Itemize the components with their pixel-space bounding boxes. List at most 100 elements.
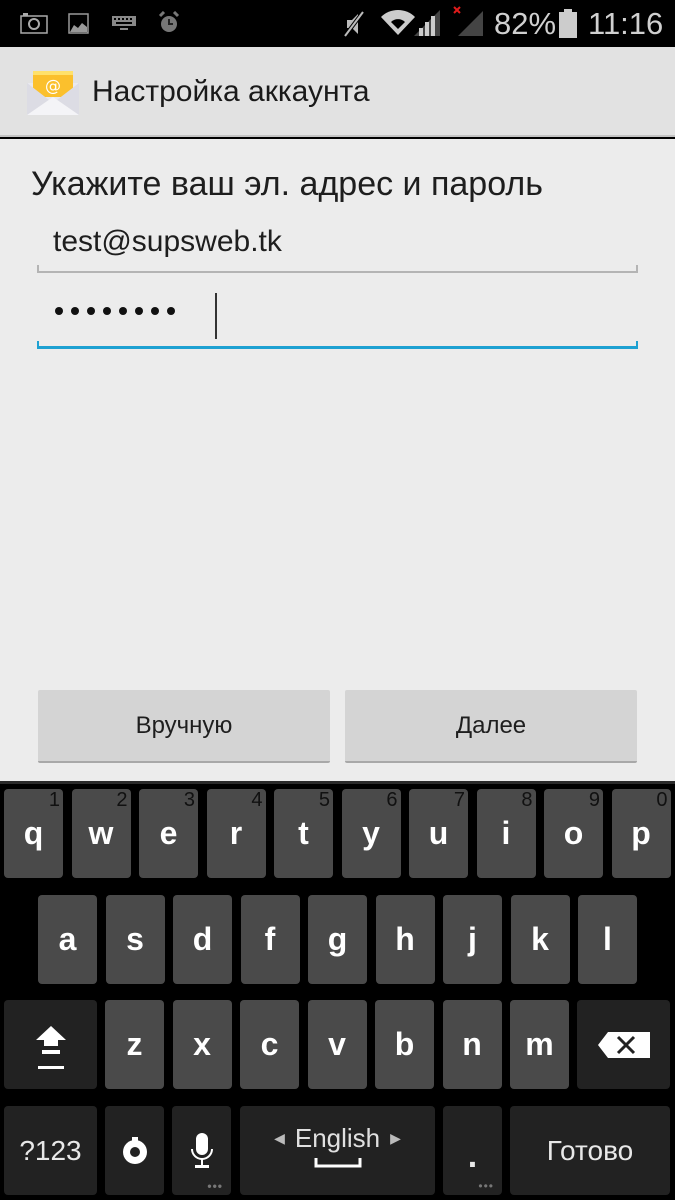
key-a[interactable]: a <box>38 895 97 984</box>
key-hint: 7 <box>453 789 465 811</box>
password-dot <box>119 307 127 315</box>
key-hint: 1 <box>48 789 60 811</box>
password-dot <box>87 307 95 315</box>
key-label: t <box>298 815 309 851</box>
key-hint: 8 <box>521 789 533 811</box>
shift-key[interactable] <box>4 1000 97 1089</box>
key-label: y <box>362 815 380 851</box>
key-d[interactable]: d <box>173 895 232 984</box>
key-f[interactable]: f <box>240 895 300 984</box>
key-label: q <box>23 815 44 851</box>
key-hint: 9 <box>588 789 600 811</box>
key-label: r <box>229 815 243 851</box>
email-underline <box>37 271 638 273</box>
language-next-icon: ▶ <box>390 1130 401 1146</box>
key-label: i <box>501 815 511 851</box>
underline-tick <box>636 341 638 349</box>
key-p[interactable]: p0 <box>611 789 671 878</box>
signal-no-sim-icon <box>453 6 483 36</box>
underline-tick <box>37 265 39 273</box>
key-w[interactable]: w2 <box>71 789 131 878</box>
key-g[interactable]: g <box>308 895 367 984</box>
key-j[interactable]: j <box>443 895 502 984</box>
key-hint: 6 <box>386 789 398 811</box>
screen-title: Настройка аккаунта <box>92 75 370 108</box>
more-options-indicator: ••• <box>207 1179 223 1193</box>
key-label: z <box>126 1026 143 1062</box>
instruction-text: Укажите ваш эл. адрес и пароль <box>31 165 543 203</box>
key-hint: 5 <box>318 789 330 811</box>
key-z[interactable]: z <box>105 1000 164 1089</box>
key-h[interactable]: h <box>375 895 435 984</box>
key-label: n <box>462 1026 482 1062</box>
key-u[interactable]: u7 <box>409 789 468 878</box>
underline-tick <box>37 341 39 349</box>
key-b[interactable]: b <box>375 1000 434 1089</box>
action-bar: @ Настройка аккаунта <box>0 47 675 137</box>
password-underline-focused <box>37 346 638 349</box>
symbols-key[interactable]: ?123 <box>4 1106 97 1195</box>
key-v[interactable]: v <box>307 1000 367 1089</box>
camera-icon <box>20 13 48 34</box>
key-n[interactable]: n <box>442 1000 502 1089</box>
key-label: k <box>531 921 549 957</box>
key-l[interactable]: l <box>578 895 637 984</box>
battery-icon <box>559 9 577 38</box>
svg-text:@: @ <box>45 76 61 95</box>
key-label: c <box>260 1026 279 1062</box>
key-hint: 2 <box>116 789 128 811</box>
status-bar: 82% 11:16 <box>0 0 675 47</box>
space-key[interactable]: ◀ English ▶ <box>240 1106 435 1195</box>
manual-setup-button[interactable]: Вручную <box>38 690 330 763</box>
key-r[interactable]: r4 <box>206 789 266 878</box>
text-cursor <box>215 293 217 339</box>
key-e[interactable]: e3 <box>139 789 198 878</box>
key-label: u <box>428 815 449 851</box>
key-label: v <box>328 1026 346 1062</box>
backspace-key[interactable] <box>577 1000 670 1089</box>
language-prev-icon: ◀ <box>274 1130 285 1146</box>
key-label: l <box>603 921 612 957</box>
shift-icon <box>35 1025 66 1069</box>
password-dot <box>167 307 175 315</box>
signal-icon <box>414 10 440 36</box>
password-field[interactable] <box>37 289 638 349</box>
more-options-indicator: ••• <box>478 1179 494 1193</box>
key-k[interactable]: k <box>510 895 570 984</box>
key-label: h <box>395 921 415 957</box>
key-i[interactable]: i8 <box>476 789 536 878</box>
key-hint: 3 <box>183 789 195 811</box>
password-mask <box>55 307 175 315</box>
next-button[interactable]: Далее <box>345 690 637 763</box>
key-c[interactable]: c <box>240 1000 299 1089</box>
key-s[interactable]: s <box>105 895 165 984</box>
email-field[interactable]: test@supsweb.tk <box>37 221 638 273</box>
settings-icon <box>122 1136 147 1164</box>
key-label: d <box>192 921 213 957</box>
password-dot <box>55 307 63 315</box>
key-y[interactable]: y6 <box>341 789 401 878</box>
key-o[interactable]: o9 <box>544 789 603 878</box>
key-hint: 0 <box>656 789 668 811</box>
key-m[interactable]: m <box>510 1000 569 1089</box>
key-label: s <box>126 921 144 957</box>
voice-input-key[interactable]: ••• <box>172 1106 231 1195</box>
key-label: m <box>525 1026 554 1062</box>
soft-keyboard: ?123 ••• ◀ English ▶ . ••• Готово q1w2e3… <box>0 781 675 1200</box>
account-setup-form: Укажите ваш эл. адрес и пароль test@sups… <box>0 139 675 781</box>
key-hint: 4 <box>251 789 263 811</box>
mute-icon <box>343 10 365 38</box>
language-label: English <box>294 1123 381 1153</box>
key-label: b <box>394 1026 415 1062</box>
key-x[interactable]: x <box>172 1000 232 1089</box>
settings-key[interactable] <box>105 1106 164 1195</box>
done-key[interactable]: Готово <box>510 1106 670 1195</box>
period-key[interactable]: . ••• <box>443 1106 502 1195</box>
key-t[interactable]: t5 <box>274 789 333 878</box>
password-dot <box>71 307 79 315</box>
period-label: . <box>467 1137 478 1175</box>
password-dot <box>135 307 143 315</box>
key-q[interactable]: q1 <box>4 789 63 878</box>
key-label: g <box>327 921 348 957</box>
key-label: f <box>264 921 276 957</box>
